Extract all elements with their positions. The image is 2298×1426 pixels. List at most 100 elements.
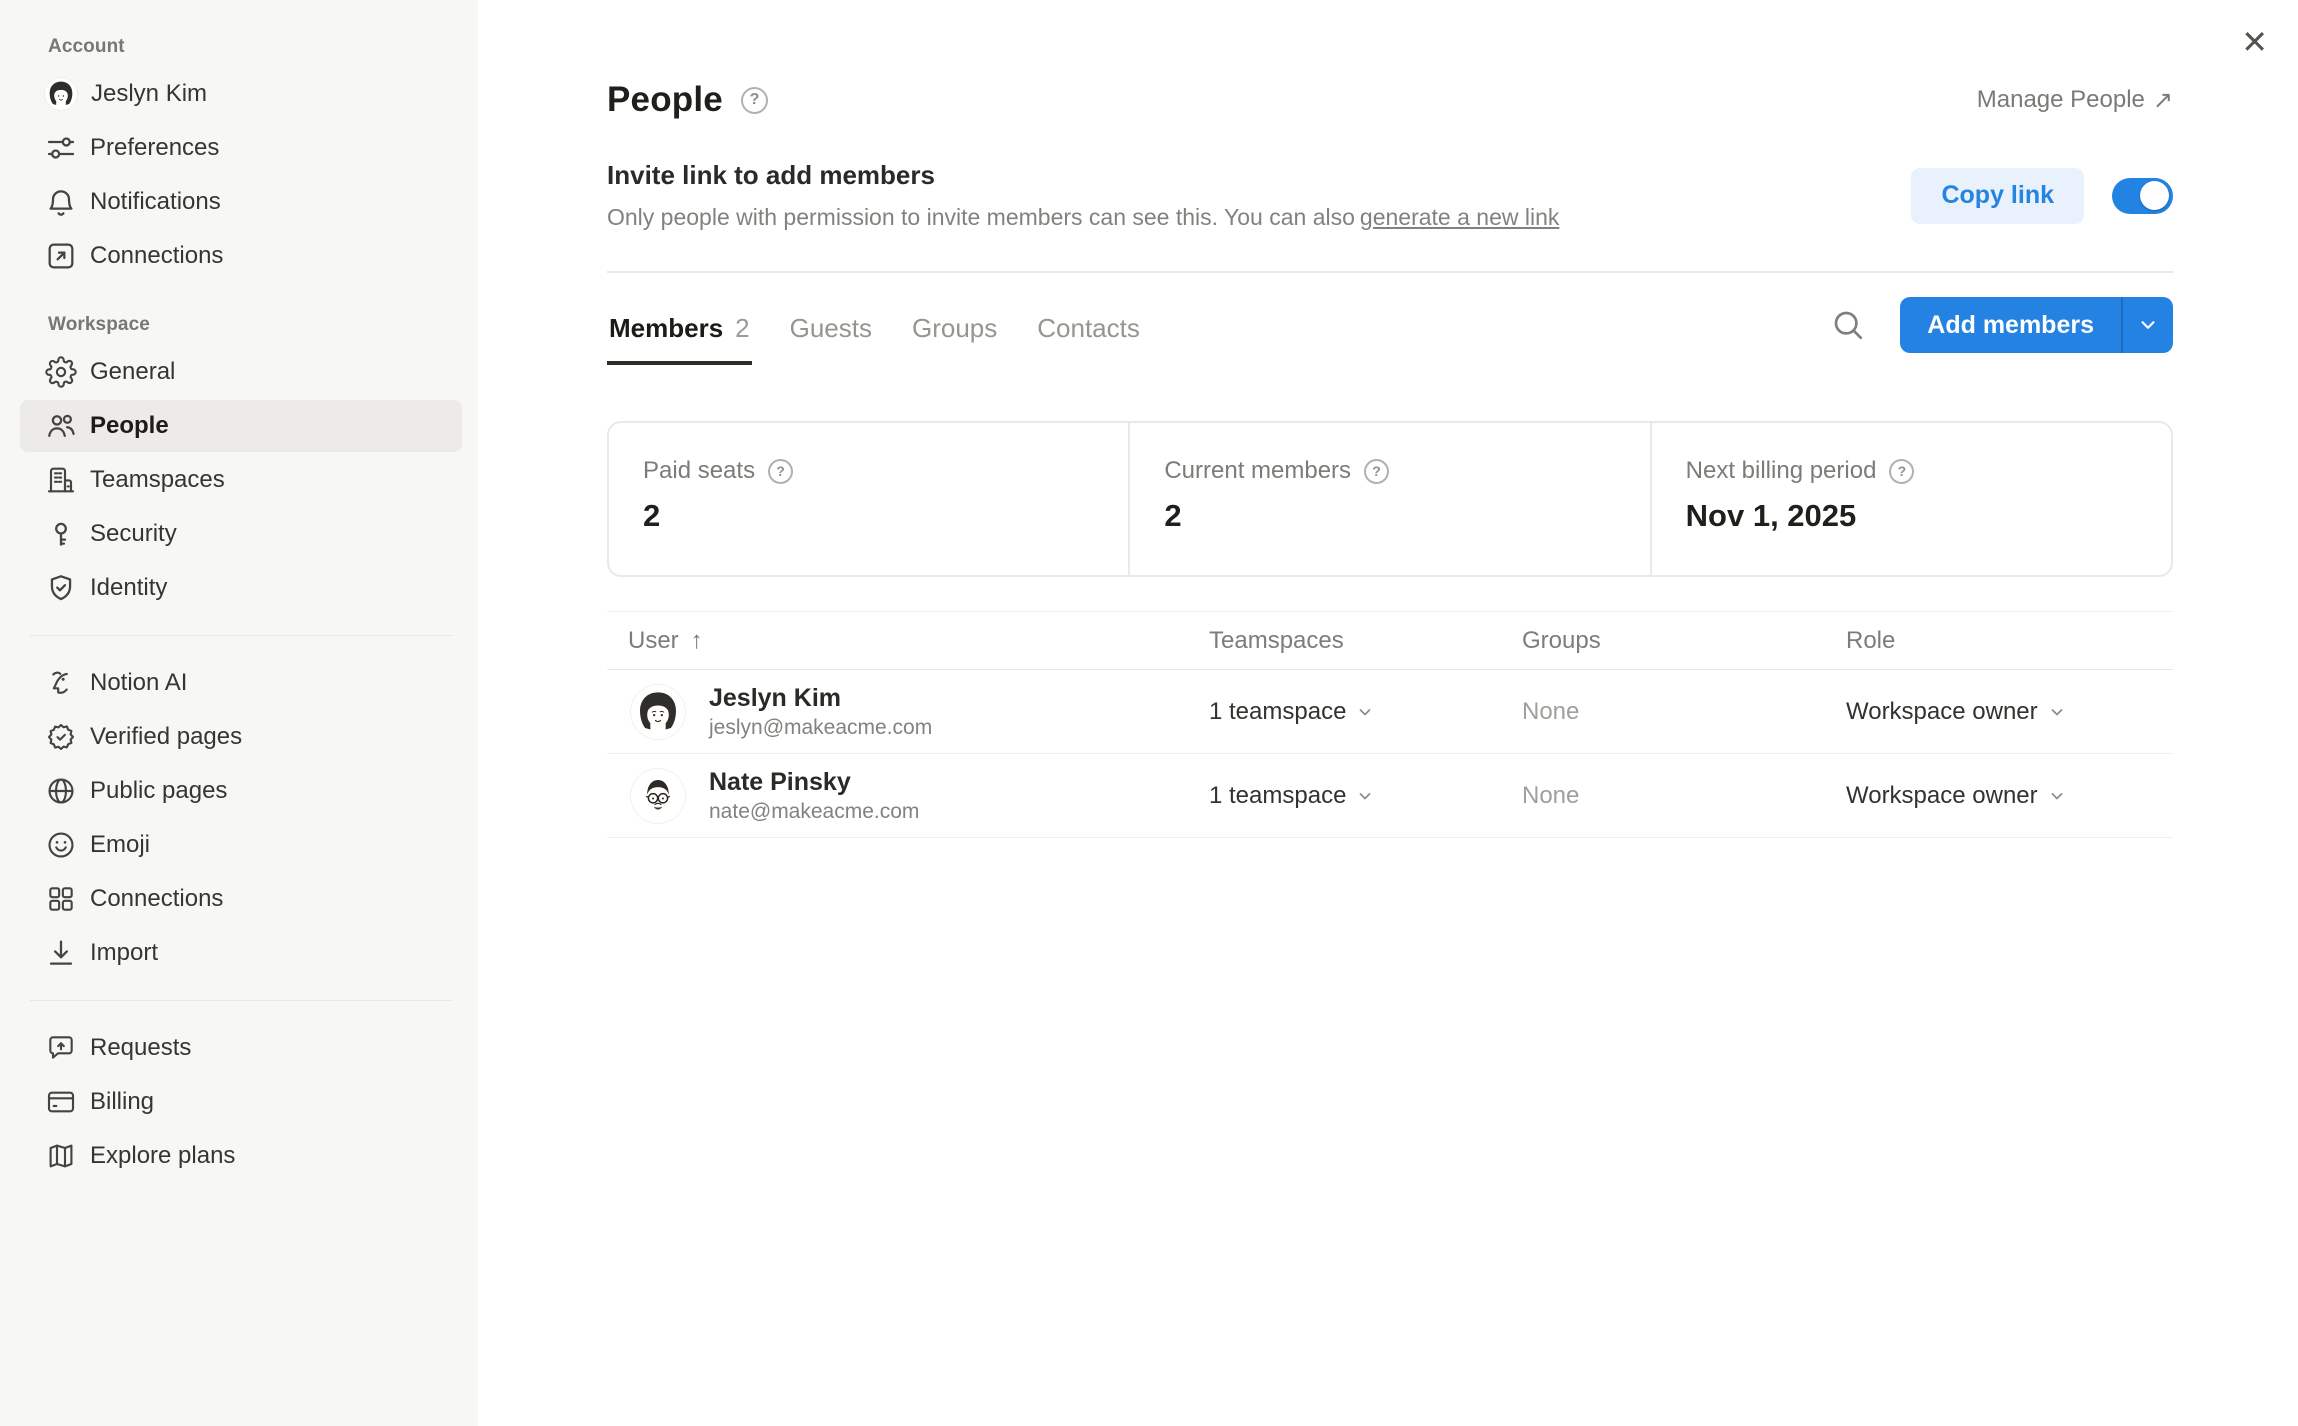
tab-contacts[interactable]: Contacts — [1035, 299, 1142, 365]
invite-heading: Invite link to add members — [607, 160, 1559, 191]
invite-description: Only people with permission to invite me… — [607, 204, 1559, 231]
settings-sidebar: Account Jeslyn Kim Preferences Notificat… — [0, 0, 478, 1426]
column-header-user[interactable]: User ↑ — [607, 627, 1209, 655]
people-settings-modal: Account Jeslyn Kim Preferences Notificat… — [0, 0, 2298, 1426]
sidebar-item-label: Notifications — [90, 188, 221, 216]
role-dropdown[interactable]: Workspace owner — [1846, 698, 2173, 726]
building-icon — [44, 464, 77, 497]
tab-groups[interactable]: Groups — [910, 299, 999, 365]
close-icon[interactable]: ✕ — [2241, 26, 2268, 58]
table-row[interactable]: Nate Pinsky nate@makeacme.com 1 teamspac… — [607, 754, 2173, 838]
sidebar-item-label: Connections — [90, 885, 223, 913]
sidebar-item-general[interactable]: General — [20, 346, 462, 398]
section-divider — [607, 271, 2173, 273]
sidebar-item-teamspaces[interactable]: Teamspaces — [20, 454, 462, 506]
sidebar-item-label: Identity — [90, 574, 167, 602]
sidebar-item-label: Preferences — [90, 134, 219, 162]
chevron-down-icon — [2047, 786, 2067, 806]
invite-link-section: Invite link to add members Only people w… — [607, 160, 1559, 231]
tab-members-label: Members — [609, 313, 723, 344]
column-header-teamspaces[interactable]: Teamspaces — [1209, 627, 1522, 655]
people-settings-content: ✕ People ? Manage People ↗ Invite link t… — [478, 0, 2298, 1426]
invite-link-toggle[interactable] — [2112, 178, 2173, 214]
sidebar-item-label: General — [90, 358, 175, 386]
external-link-arrow-icon: ↗ — [2153, 86, 2173, 115]
sidebar-item-label: Jeslyn Kim — [91, 80, 207, 108]
sidebar-item-emoji[interactable]: Emoji — [20, 819, 462, 871]
role-dropdown[interactable]: Workspace owner — [1846, 782, 2173, 810]
smiley-icon — [44, 829, 77, 862]
member-email: nate@makeacme.com — [709, 800, 919, 824]
sidebar-section-title-account: Account — [48, 36, 462, 58]
teamspaces-dropdown[interactable]: 1 teamspace — [1209, 782, 1522, 810]
sidebar-item-label: Emoji — [90, 831, 150, 859]
chevron-down-icon — [1355, 786, 1375, 806]
sidebar-item-import[interactable]: Import — [20, 927, 462, 979]
column-label: User — [628, 627, 679, 655]
sidebar-item-people[interactable]: People — [20, 400, 462, 452]
chevron-down-icon[interactable] — [2123, 297, 2173, 353]
sidebar-divider — [30, 1000, 452, 1001]
manage-people-link[interactable]: Manage People ↗ — [1977, 86, 2173, 115]
column-header-role[interactable]: Role — [1846, 627, 2173, 655]
stat-value: Nov 1, 2025 — [1686, 498, 2171, 534]
manage-people-label: Manage People — [1977, 86, 2145, 114]
sidebar-item-security[interactable]: Security — [20, 508, 462, 560]
member-avatar — [631, 769, 685, 823]
sidebar-item-label: Billing — [90, 1088, 154, 1116]
help-icon[interactable]: ? — [768, 459, 793, 484]
search-icon[interactable] — [1830, 307, 1866, 343]
sidebar-item-connections-account[interactable]: Connections — [20, 230, 462, 282]
key-icon — [44, 518, 77, 551]
sidebar-item-account-user[interactable]: Jeslyn Kim — [20, 68, 462, 120]
tab-guests[interactable]: Guests — [788, 299, 874, 365]
page-title: People — [607, 80, 723, 120]
sidebar-item-label: Teamspaces — [90, 466, 225, 494]
teamspaces-dropdown[interactable]: 1 teamspace — [1209, 698, 1522, 726]
sliders-icon — [44, 132, 77, 165]
role-value: Workspace owner — [1846, 782, 2038, 810]
sidebar-item-public-pages[interactable]: Public pages — [20, 765, 462, 817]
sidebar-item-connections-workspace[interactable]: Connections — [20, 873, 462, 925]
sidebar-item-label: People — [90, 412, 169, 440]
bell-icon — [44, 186, 77, 219]
globe-icon — [44, 775, 77, 808]
chevron-down-icon — [2047, 702, 2067, 722]
shield-check-icon — [44, 572, 77, 605]
sidebar-item-explore-plans[interactable]: Explore plans — [20, 1130, 462, 1182]
member-name: Nate Pinsky — [709, 767, 919, 797]
sidebar-item-notifications[interactable]: Notifications — [20, 176, 462, 228]
members-table: User ↑ Teamspaces Groups Role Jeslyn Kim… — [607, 611, 2173, 838]
help-icon[interactable]: ? — [1364, 459, 1389, 484]
user-cell: Jeslyn Kim jeslyn@makeacme.com — [607, 683, 1209, 740]
sidebar-item-identity[interactable]: Identity — [20, 562, 462, 614]
help-icon[interactable]: ? — [1889, 459, 1914, 484]
sidebar-item-billing[interactable]: Billing — [20, 1076, 462, 1128]
sidebar-item-label: Verified pages — [90, 723, 242, 751]
member-email: jeslyn@makeacme.com — [709, 716, 932, 740]
table-row[interactable]: Jeslyn Kim jeslyn@makeacme.com 1 teamspa… — [607, 670, 2173, 754]
sidebar-item-preferences[interactable]: Preferences — [20, 122, 462, 174]
stat-label: Next billing period — [1686, 457, 1877, 485]
sidebar-item-verified-pages[interactable]: Verified pages — [20, 711, 462, 763]
grid-icon — [44, 883, 77, 916]
column-header-groups[interactable]: Groups — [1522, 627, 1846, 655]
notion-ai-face-icon — [44, 667, 77, 700]
table-header: User ↑ Teamspaces Groups Role — [607, 611, 2173, 670]
add-members-button[interactable]: Add members — [1900, 297, 2173, 353]
copy-link-button[interactable]: Copy link — [1911, 168, 2084, 224]
sidebar-item-label: Public pages — [90, 777, 227, 805]
generate-new-link[interactable]: generate a new link — [1360, 204, 1559, 230]
members-count-badge: 2 — [735, 313, 749, 344]
credit-card-icon — [44, 1086, 77, 1119]
help-icon[interactable]: ? — [741, 87, 768, 114]
member-avatar — [631, 685, 685, 739]
tab-members[interactable]: Members 2 — [607, 299, 752, 365]
sidebar-item-label: Import — [90, 939, 158, 967]
map-icon — [44, 1140, 77, 1173]
groups-value: None — [1522, 698, 1846, 726]
sidebar-divider — [30, 635, 452, 636]
stat-current-members: Current members ? 2 — [1128, 423, 1649, 575]
sidebar-item-requests[interactable]: Requests — [20, 1022, 462, 1074]
sidebar-item-notion-ai[interactable]: Notion AI — [20, 657, 462, 709]
